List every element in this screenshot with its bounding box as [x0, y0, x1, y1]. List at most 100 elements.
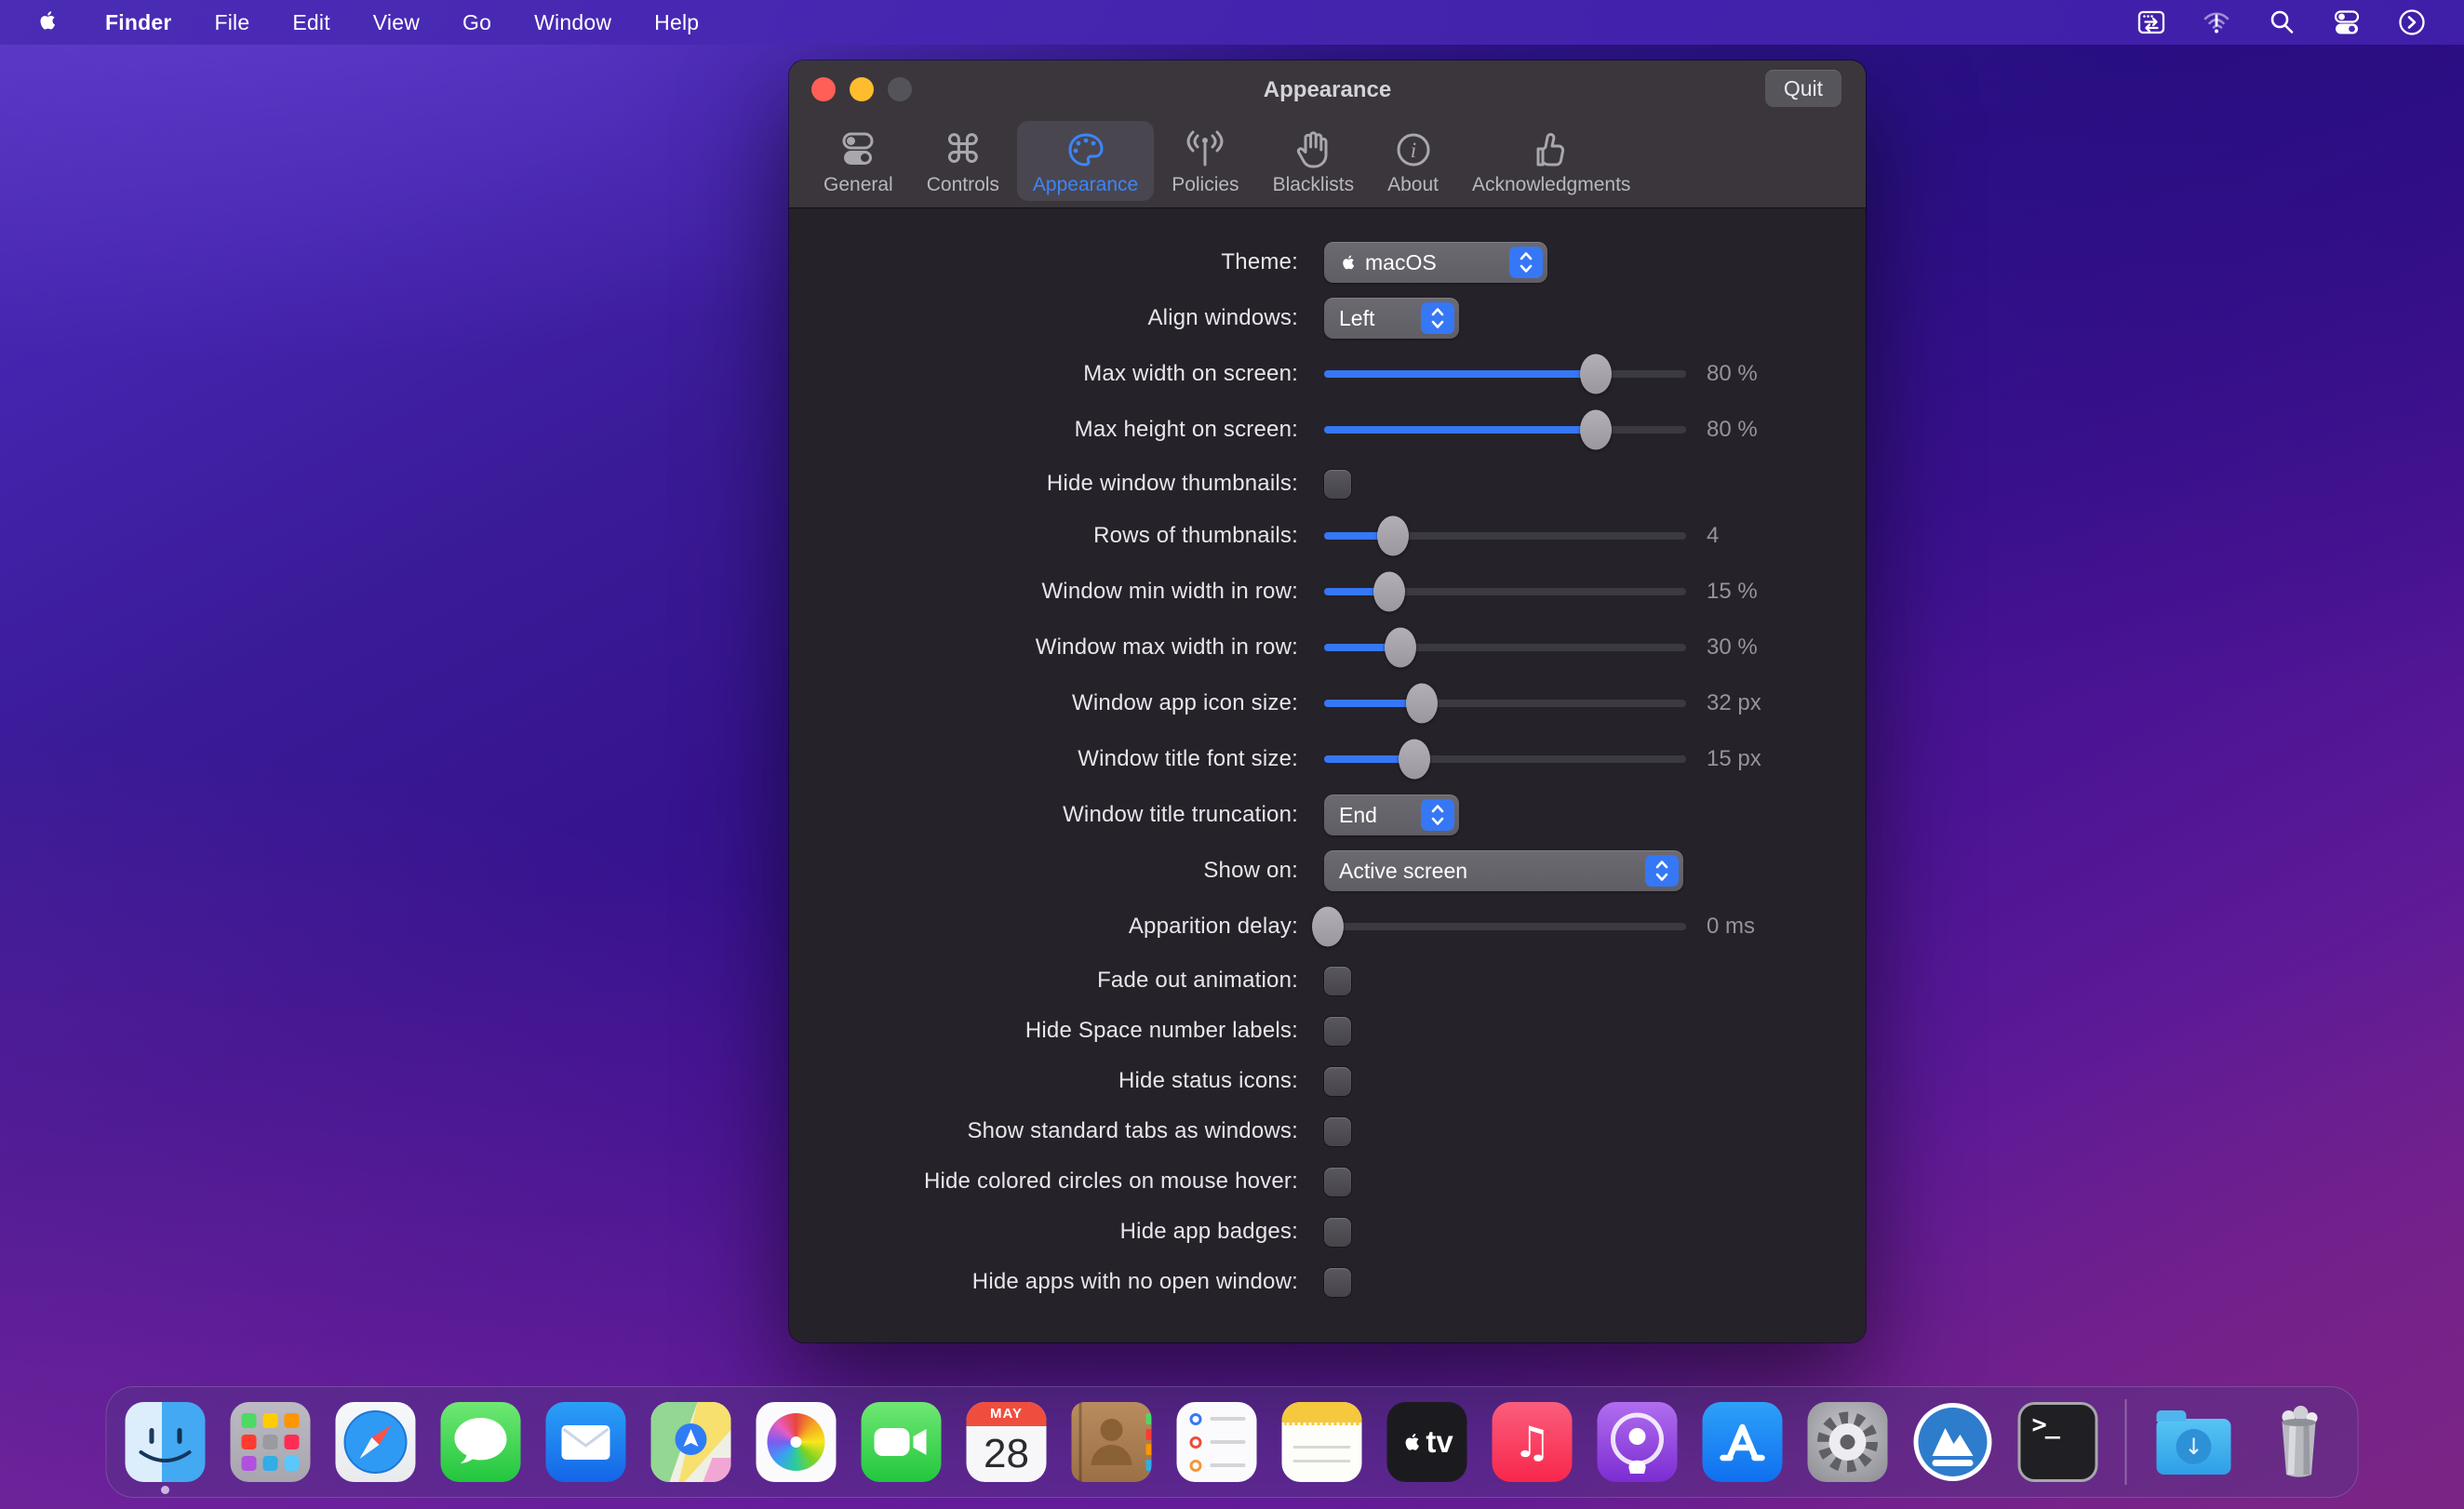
palette-icon	[1065, 127, 1106, 173]
dock-item-calendar[interactable]: MAY 28	[967, 1402, 1047, 1482]
slider-thumb[interactable]	[1385, 628, 1416, 668]
dock-item-terminal[interactable]: >_	[2018, 1402, 2098, 1482]
quit-button[interactable]: Quit	[1765, 70, 1841, 107]
slider-thumb[interactable]	[1406, 684, 1438, 724]
slider-thumb[interactable]	[1580, 410, 1612, 450]
rows-of-thumbnails-slider[interactable]	[1324, 532, 1686, 540]
dock-item-photos[interactable]	[757, 1402, 837, 1482]
dock-item-messages[interactable]	[441, 1402, 521, 1482]
circle-chevron-icon[interactable]	[2397, 7, 2427, 37]
tab-policies[interactable]: Policies	[1156, 121, 1254, 201]
tab-appearance[interactable]: Appearance	[1017, 121, 1154, 201]
display-arrows-icon[interactable]	[2136, 7, 2166, 37]
dock-item-podcasts[interactable]	[1598, 1402, 1678, 1482]
align-windows-dropdown[interactable]: Left	[1324, 298, 1459, 339]
wifi-warning-icon[interactable]	[2202, 7, 2231, 37]
downloads-folder-icon: ↓	[2154, 1402, 2234, 1482]
contacts-icon	[1072, 1402, 1152, 1482]
app-icon-size-slider[interactable]	[1324, 700, 1686, 707]
control-center-icon[interactable]	[2332, 7, 2362, 37]
dock-item-safari[interactable]	[336, 1402, 416, 1482]
window-title: Appearance	[1264, 77, 1391, 103]
show-standard-tabs-checkbox[interactable]	[1324, 1117, 1351, 1146]
menu-item-window[interactable]: Window	[513, 10, 633, 35]
hide-status-icons-checkbox[interactable]	[1324, 1067, 1351, 1096]
tab-controls[interactable]: ⌘ Controls	[911, 121, 1015, 201]
setting-row-show-on: Show on: Active screen	[789, 850, 1866, 891]
antenna-icon	[1185, 127, 1225, 173]
menu-item-file[interactable]: File	[193, 10, 271, 35]
menu-item-edit[interactable]: Edit	[271, 10, 351, 35]
minimize-button[interactable]	[850, 77, 874, 101]
dock-item-reminders[interactable]	[1177, 1402, 1257, 1482]
tab-blacklists[interactable]: Blacklists	[1257, 121, 1371, 201]
spotlight-search-icon[interactable]	[2267, 7, 2297, 37]
setting-row-hide-colored-circles: Hide colored circles on mouse hover:	[789, 1163, 1866, 1200]
stepper-icon	[1509, 247, 1543, 278]
apple-logo-icon	[1339, 253, 1358, 272]
dock-item-tv[interactable]: tv	[1387, 1402, 1467, 1482]
fade-out-animation-checkbox[interactable]	[1324, 967, 1351, 995]
photos-icon	[757, 1402, 837, 1482]
apple-tv-icon: tv	[1387, 1402, 1467, 1482]
app-store-icon	[1703, 1402, 1783, 1482]
finder-icon	[126, 1402, 206, 1482]
close-button[interactable]	[811, 77, 836, 101]
dock-item-music[interactable]: ♫	[1493, 1402, 1573, 1482]
setting-row-app-icon-size: Window app icon size: 32 px	[789, 683, 1866, 724]
tab-general[interactable]: General	[808, 121, 909, 201]
dock-item-contacts[interactable]	[1072, 1402, 1152, 1482]
menu-item-view[interactable]: View	[352, 10, 441, 35]
slider-thumb[interactable]	[1377, 516, 1409, 556]
max-height-slider[interactable]	[1324, 426, 1686, 434]
hide-window-thumbnails-checkbox[interactable]	[1324, 470, 1351, 499]
dock-item-downloads[interactable]: ↓	[2154, 1402, 2234, 1482]
stepper-icon	[1645, 855, 1679, 887]
setting-row-max-width: Max width on screen: 80 %	[789, 354, 1866, 394]
dock-item-app-store[interactable]	[1703, 1402, 1783, 1482]
terminal-icon: >_	[2018, 1402, 2098, 1482]
title-font-size-slider[interactable]	[1324, 755, 1686, 763]
menu-item-help[interactable]: Help	[633, 10, 720, 35]
zoom-button[interactable]	[888, 77, 912, 101]
window-header: Appearance Quit General ⌘ Controls Appea…	[789, 60, 1866, 208]
apple-menu[interactable]	[28, 8, 84, 37]
slider-thumb[interactable]	[1580, 354, 1612, 394]
slider-thumb[interactable]	[1312, 907, 1344, 947]
window-max-width-slider[interactable]	[1324, 644, 1686, 651]
menu-item-finder[interactable]: Finder	[84, 10, 193, 35]
dock-item-notes[interactable]	[1282, 1402, 1362, 1482]
dock-item-mountain-app[interactable]	[1913, 1402, 1993, 1482]
dock-item-system-preferences[interactable]	[1808, 1402, 1888, 1482]
dock-item-mail[interactable]	[546, 1402, 626, 1482]
dock-item-trash[interactable]	[2259, 1402, 2339, 1482]
slider-thumb[interactable]	[1373, 572, 1405, 612]
mail-icon	[546, 1402, 626, 1482]
slider-thumb[interactable]	[1399, 740, 1430, 780]
tab-acknowledgments[interactable]: Acknowledgments	[1456, 121, 1646, 201]
messages-icon	[441, 1402, 521, 1482]
show-on-dropdown[interactable]: Active screen	[1324, 850, 1683, 891]
preferences-window: Appearance Quit General ⌘ Controls Appea…	[789, 60, 1866, 1342]
facetime-icon	[862, 1402, 942, 1482]
hide-space-number-labels-checkbox[interactable]	[1324, 1017, 1351, 1046]
dock-item-facetime[interactable]	[862, 1402, 942, 1482]
gear-icon	[1808, 1402, 1888, 1482]
setting-row-align-windows: Align windows: Left	[789, 298, 1866, 339]
dock-item-finder[interactable]	[126, 1402, 206, 1482]
apparition-delay-slider[interactable]	[1324, 923, 1686, 930]
hide-app-badges-checkbox[interactable]	[1324, 1218, 1351, 1247]
dock-item-launchpad[interactable]	[231, 1402, 311, 1482]
setting-row-hide-thumbnails: Hide window thumbnails:	[789, 465, 1866, 502]
theme-dropdown[interactable]: macOS	[1324, 242, 1547, 283]
tab-about[interactable]: i About	[1372, 121, 1454, 201]
setting-row-hide-space-labels: Hide Space number labels:	[789, 1012, 1866, 1049]
title-truncation-dropdown[interactable]: End	[1324, 795, 1459, 835]
hide-colored-circles-checkbox[interactable]	[1324, 1168, 1351, 1196]
menu-item-go[interactable]: Go	[441, 10, 513, 35]
max-width-slider[interactable]	[1324, 370, 1686, 378]
dock: MAY 28 tv ♫	[106, 1386, 2359, 1498]
hide-apps-no-open-window-checkbox[interactable]	[1324, 1268, 1351, 1297]
window-min-width-slider[interactable]	[1324, 588, 1686, 595]
dock-item-maps[interactable]	[651, 1402, 731, 1482]
